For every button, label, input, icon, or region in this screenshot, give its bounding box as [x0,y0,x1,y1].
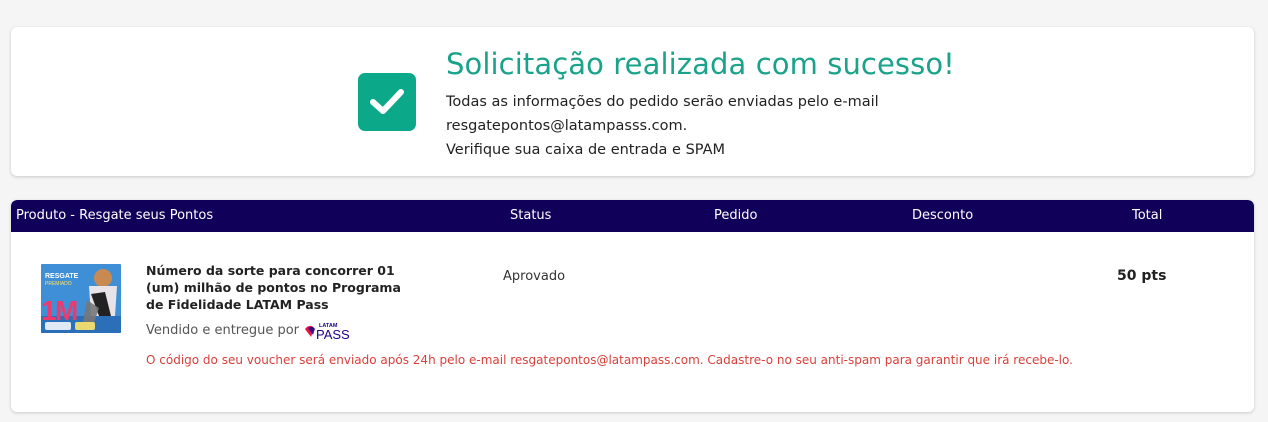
voucher-note: O código do seu voucher será enviado apó… [146,353,1073,367]
header-product: Produto - Resgate seus Pontos [16,208,214,223]
product-image[interactable]: RESGATE PREMIADO 1 M [41,264,121,333]
order-status: Aprovado [503,269,566,284]
header-status: Status [510,208,552,223]
success-message-line: Verifique sua caixa de entrada e SPAM [446,142,726,158]
header-desconto: Desconto [912,208,974,223]
svg-text:RESGATE: RESGATE [45,273,79,280]
sold-by-label: Vendido e entregue por [146,323,300,338]
table-header: Produto - Resgate seus Pontos Status Ped… [11,200,1254,232]
order-total: 50 pts [1117,268,1167,284]
header-pedido: Pedido [714,208,758,223]
svg-text:M: M [55,295,78,326]
check-icon [358,73,416,131]
order-table: Produto - Resgate seus Pontos Status Ped… [11,200,1254,412]
success-email: resgatepontos@latampasss.com. [446,118,688,134]
product-name[interactable]: Número da sorte para concorrer 01 (um) m… [146,262,408,313]
svg-text:PREMIADO: PREMIADO [45,281,72,287]
success-title: Solicitação realizada com sucesso! [446,47,955,81]
success-message-line: Todas as informações do pedido serão env… [446,94,879,110]
success-message: Todas as informações do pedido serão env… [446,90,879,162]
header-total: Total [1132,208,1163,223]
svg-text:PASS: PASS [316,327,350,342]
latam-pass-logo: LATAM PASS [303,320,359,342]
success-card: Solicitação realizada com sucesso! Todas… [11,27,1254,176]
